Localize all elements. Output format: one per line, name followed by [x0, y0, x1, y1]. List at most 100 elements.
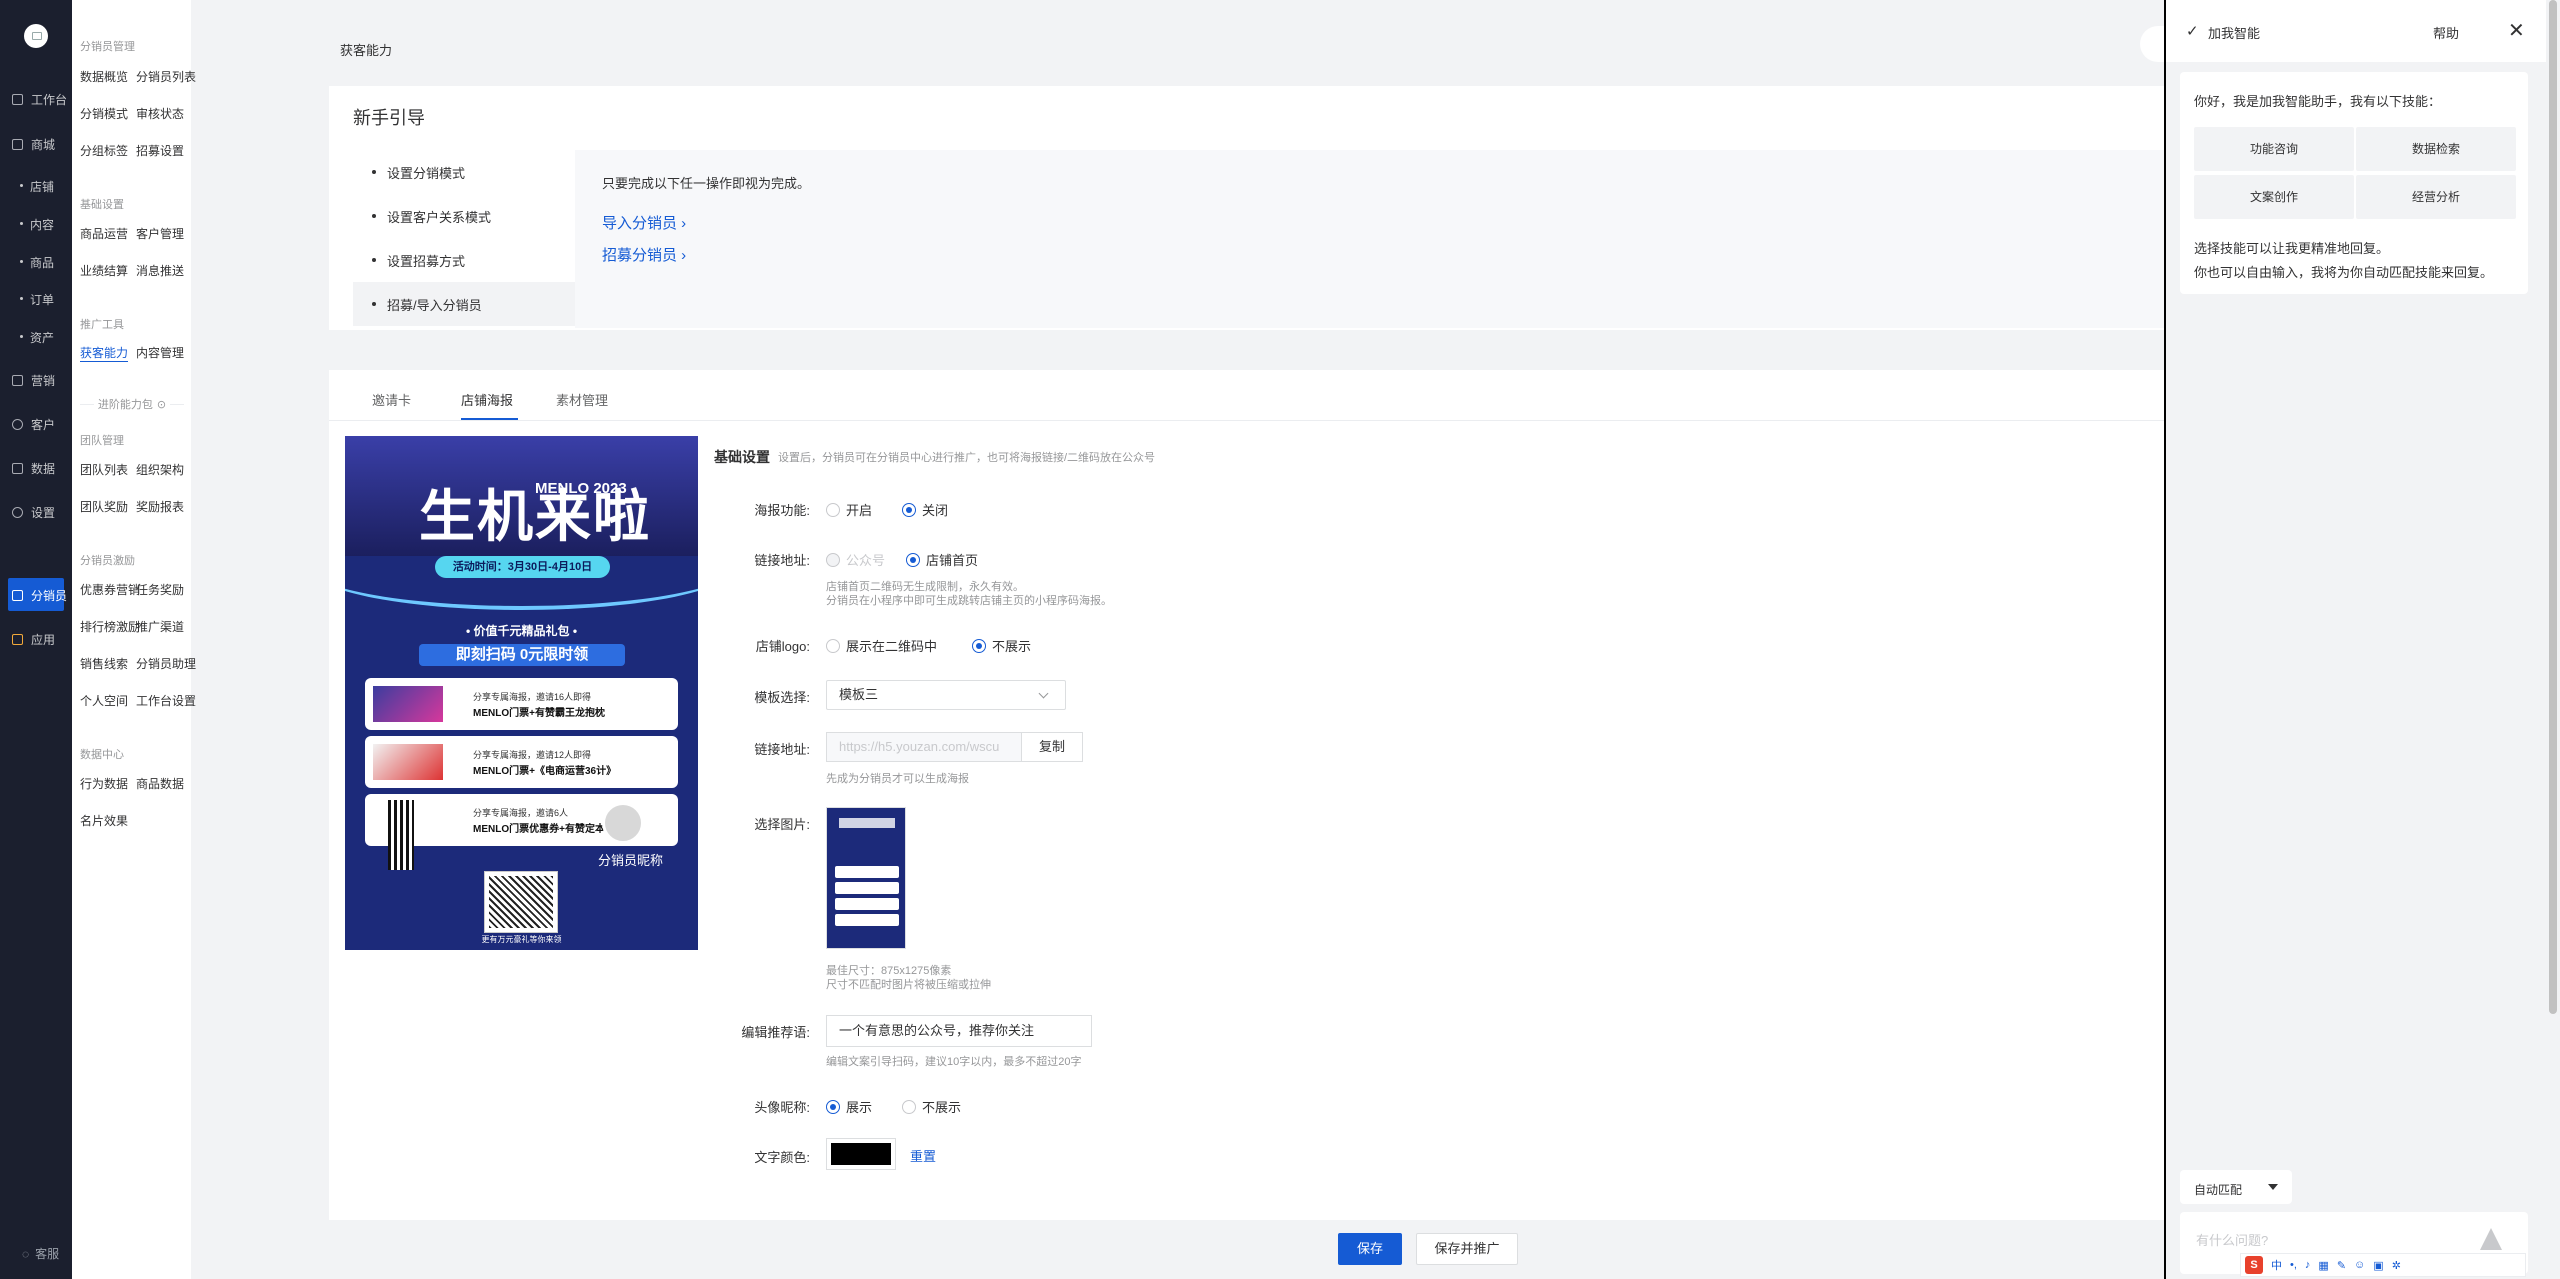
subnav-item[interactable]: 内容管理 [136, 344, 184, 361]
skill-business-analysis[interactable]: 经营分析 [2356, 175, 2516, 219]
nav-customer[interactable]: 客户 [0, 412, 72, 436]
store-logo[interactable] [24, 24, 48, 48]
subnav-item[interactable]: 团队奖励 [80, 498, 128, 515]
subnav-item[interactable]: 分销员列表 [136, 68, 196, 85]
subnav-item[interactable]: 个人空间 [80, 692, 128, 709]
nav-workbench[interactable]: 工作台 [0, 87, 72, 111]
guide-panel [575, 150, 2165, 328]
save-and-promote-button[interactable]: 保存并推广 [1416, 1233, 1518, 1265]
template-select[interactable]: 模板三 [826, 680, 1066, 710]
radio-official-account[interactable]: 公众号 [826, 550, 885, 569]
distributor-icon [12, 589, 23, 601]
nav-mall-store[interactable]: 店铺 [0, 178, 72, 195]
radio-avatar-hide[interactable]: 不展示 [902, 1097, 961, 1116]
radio-poster-off[interactable]: 关闭 [902, 500, 948, 519]
subnav-item[interactable]: 分组标签 [80, 142, 128, 159]
reset-color-link[interactable]: 重置 [910, 1146, 936, 1165]
save-button[interactable]: 保存 [1338, 1233, 1402, 1265]
subnav-item[interactable]: 组织架构 [136, 461, 184, 478]
nav-distributor[interactable]: 分销员 [0, 583, 72, 607]
subnav-item[interactable]: 业绩结算 [80, 262, 128, 279]
subnav-item[interactable]: 商品运营 [80, 225, 128, 242]
gear-icon [12, 506, 23, 518]
tab-store-poster[interactable]: 店铺海报 [461, 390, 513, 409]
nav-mall-content[interactable]: 内容 [0, 216, 72, 233]
nav-marketing[interactable]: 营销 [0, 368, 72, 392]
advanced-pack-divider[interactable]: 进阶能力包 ⊙ [80, 396, 184, 412]
nav-mall-assets[interactable]: 资产 [0, 329, 72, 346]
group-label: 分销员管理 [80, 41, 135, 53]
subnav-item-active[interactable]: 获客能力 [80, 344, 129, 362]
close-icon[interactable]: ✕ [2508, 18, 2525, 43]
poster-footer: 更有万元豪礼等你来领 [481, 935, 562, 944]
subnav-item[interactable]: 审核状态 [136, 105, 184, 122]
subnav-item[interactable]: 奖励报表 [136, 498, 184, 515]
guide-step[interactable]: 设置招募方式 [353, 238, 575, 282]
keyboard-icon[interactable]: ▦ [2318, 1259, 2328, 1272]
subnav-item[interactable]: 招募设置 [136, 142, 184, 159]
assistant-help-link[interactable]: 帮助 [2433, 23, 2459, 42]
toolbox-icon[interactable]: ▣ [2373, 1259, 2383, 1272]
copy-button[interactable]: 复制 [1021, 732, 1083, 762]
recommend-text-input[interactable]: 一个有意思的公众号，推荐你关注 [826, 1015, 1092, 1047]
subnav-item[interactable]: 消息推送 [136, 262, 184, 279]
subnav-item[interactable]: 商品数据 [136, 775, 184, 792]
radio-avatar-show[interactable]: 展示 [826, 1097, 872, 1116]
subnav-item[interactable]: 工作台设置 [136, 692, 196, 709]
subnav-item[interactable]: 优惠券营销 [80, 581, 140, 598]
guide-step[interactable]: 设置客户关系模式 [353, 194, 575, 238]
chart-icon [12, 462, 23, 474]
color-picker[interactable] [826, 1138, 896, 1170]
image-help: 尺寸不匹配时图片将被压缩或拉伸 [826, 979, 991, 991]
guide-step[interactable]: 设置分销模式 [353, 150, 575, 194]
nav-mall[interactable]: 商城 [0, 132, 72, 156]
import-distributor-link[interactable]: 导入分销员 › [602, 212, 686, 233]
link-url-input[interactable]: https://h5.youzan.com/wscu [826, 732, 1022, 762]
subnav-item[interactable]: 客户管理 [136, 225, 184, 242]
apps-icon [12, 633, 23, 645]
poster-qr-code [388, 800, 414, 870]
nav-mall-orders[interactable]: 订单 [0, 291, 72, 308]
send-icon[interactable] [2480, 1228, 2502, 1250]
guide-step-active[interactable]: 招募/导入分销员 [353, 282, 575, 326]
emoji-icon[interactable]: ☺ [2354, 1259, 2365, 1271]
nav-apps[interactable]: 应用 [0, 627, 72, 651]
subnav-item[interactable]: 数据概览 [80, 68, 128, 85]
subnav-item[interactable]: 推广渠道 [136, 618, 184, 635]
poster-qr-code [484, 871, 558, 933]
skin-icon[interactable]: ✎ [2337, 1259, 2346, 1272]
scrollbar-thumb[interactable] [2549, 0, 2557, 1014]
ime-toolbar[interactable]: S 中 •, ♪ ▦ ✎ ☺ ▣ ✲ [2240, 1253, 2526, 1277]
service-button[interactable]: ◌ 客服 [22, 1245, 59, 1262]
ime-punct-icon[interactable]: •, [2290, 1259, 2297, 1271]
nav-mall-goods[interactable]: 商品 [0, 254, 72, 271]
subnav-item[interactable]: 分销模式 [80, 105, 128, 122]
reward-image [373, 686, 443, 722]
microphone-icon[interactable]: ♪ [2305, 1259, 2311, 1271]
subnav-item[interactable]: 名片效果 [80, 812, 128, 829]
skill-data-search[interactable]: 数据检索 [2356, 127, 2516, 171]
skill-function-consult[interactable]: 功能咨询 [2194, 127, 2354, 171]
subnav-item[interactable]: 分销员助理 [136, 655, 196, 672]
nav-settings[interactable]: 设置 [0, 500, 72, 524]
subnav-item[interactable]: 排行榜激励 [80, 618, 140, 635]
skill-copywriting[interactable]: 文案创作 [2194, 175, 2354, 219]
subnav-item[interactable]: 销售线索 [80, 655, 128, 672]
subnav-item[interactable]: 任务奖励 [136, 581, 184, 598]
group-label: 推广工具 [80, 319, 124, 331]
radio-poster-on[interactable]: 开启 [826, 500, 872, 519]
selected-image-thumbnail[interactable] [826, 807, 906, 949]
group-label: 数据中心 [80, 749, 124, 761]
settings-icon[interactable]: ✲ [2392, 1259, 2401, 1272]
subnav-item[interactable]: 行为数据 [80, 775, 128, 792]
guide-note: 只要完成以下任一操作即视为完成。 [602, 176, 811, 191]
ime-lang[interactable]: 中 [2271, 1257, 2282, 1273]
nav-data[interactable]: 数据 [0, 456, 72, 480]
tab-materials[interactable]: 素材管理 [556, 390, 608, 409]
radio-logo-show[interactable]: 展示在二维码中 [826, 636, 937, 655]
recruit-distributor-link[interactable]: 招募分销员 › [602, 244, 686, 265]
radio-store-home[interactable]: 店铺首页 [906, 550, 978, 569]
radio-logo-hide[interactable]: 不展示 [972, 636, 1031, 655]
tab-invite-card[interactable]: 邀请卡 [372, 390, 411, 409]
subnav-item[interactable]: 团队列表 [80, 461, 128, 478]
